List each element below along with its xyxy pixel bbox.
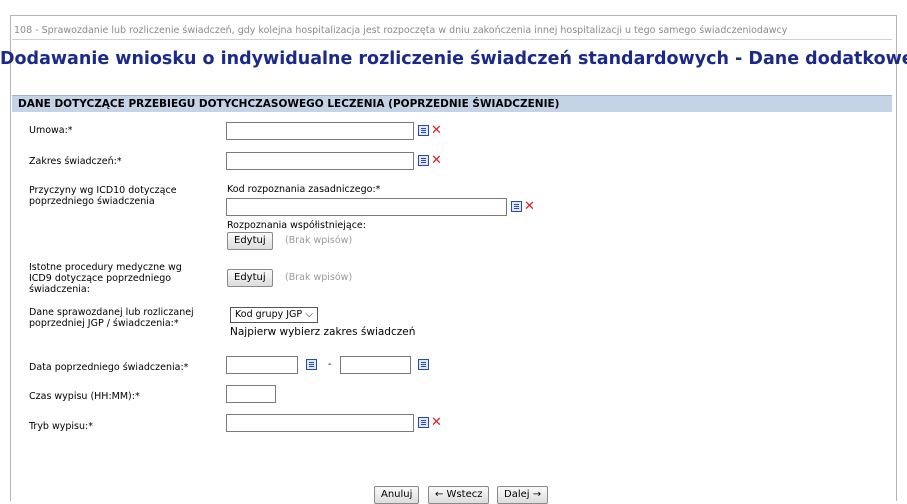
content-frame: [10, 15, 897, 501]
umowa-clear-icon[interactable]: ✕: [431, 124, 442, 137]
jgp-hint: Najpierw wybierz zakres świadczeń: [230, 326, 416, 338]
data-from-input[interactable]: [226, 356, 298, 374]
icd10-empty-text: (Brak wpisów): [285, 235, 353, 246]
icd10-coexisting-label: Rozpoznania współistniejące:: [227, 220, 366, 231]
date-range-separator: -: [328, 359, 332, 370]
icd9-edit-button[interactable]: Edytuj: [227, 269, 273, 287]
czas-input[interactable]: [226, 385, 276, 403]
zakres-list-icon[interactable]: [418, 155, 429, 166]
umowa-input[interactable]: [226, 122, 414, 140]
data-to-calendar-icon[interactable]: [418, 359, 429, 370]
icd10-main-label: Kod rozpoznania zasadniczego:*: [227, 184, 381, 195]
jgp-label-line1: Dane sprawozdanej lub rozliczanej: [29, 307, 194, 318]
icd9-label-line3: świadczenia:: [29, 284, 90, 295]
back-button[interactable]: ← Wstecz: [428, 486, 490, 504]
icd10-label-line1: Przyczyny wg ICD10 dotyczące: [29, 185, 177, 196]
icd10-edit-button[interactable]: Edytuj: [227, 232, 273, 250]
breadcrumb-divider: [12, 39, 892, 40]
icd9-label-line1: Istotne procedury medyczne wg: [29, 262, 182, 273]
zakres-input[interactable]: [226, 152, 414, 170]
icd9-label-line2: ICD9 dotyczące poprzedniego: [29, 273, 172, 284]
umowa-list-icon[interactable]: [418, 125, 429, 136]
section-header: DANE DOTYCZĄCE PRZEBIEGU DOTYCHCZASOWEGO…: [12, 95, 892, 112]
icd10-main-input[interactable]: [226, 198, 507, 216]
jgp-label-line2: poprzedniej JGP / świadczenia:*: [29, 318, 179, 329]
icd10-list-icon[interactable]: [511, 201, 522, 212]
cancel-button[interactable]: Anuluj: [374, 486, 420, 504]
tryb-label: Tryb wypisu:*: [29, 421, 93, 432]
zakres-clear-icon[interactable]: ✕: [431, 154, 442, 167]
jgp-select[interactable]: Kod grupy JGP ⌵: [230, 307, 318, 323]
icd10-clear-icon[interactable]: ✕: [524, 200, 535, 213]
icd10-label-line2: poprzedniego świadczenia: [29, 196, 155, 207]
icd9-empty-text: (Brak wpisów): [285, 272, 353, 283]
czas-label: Czas wypisu (HH:MM):*: [29, 391, 140, 402]
data-from-calendar-icon[interactable]: [306, 359, 317, 370]
breadcrumb: 108 - Sprawozdanie lub rozliczenie świad…: [14, 25, 788, 36]
jgp-select-value: Kod grupy JGP: [235, 309, 303, 320]
next-button[interactable]: Dalej →: [497, 486, 549, 504]
chevron-down-icon: ⌵: [305, 309, 313, 320]
tryb-clear-icon[interactable]: ✕: [431, 416, 442, 429]
tryb-list-icon[interactable]: [418, 417, 429, 428]
umowa-label: Umowa:*: [29, 125, 73, 136]
data-label: Data poprzedniego świadczenia:*: [29, 362, 189, 373]
tryb-input[interactable]: [226, 414, 414, 432]
data-to-input[interactable]: [340, 356, 411, 374]
zakres-label: Zakres świadczeń:*: [29, 156, 122, 167]
page-title: Dodawanie wniosku o indywidualne rozlicz…: [0, 49, 907, 69]
